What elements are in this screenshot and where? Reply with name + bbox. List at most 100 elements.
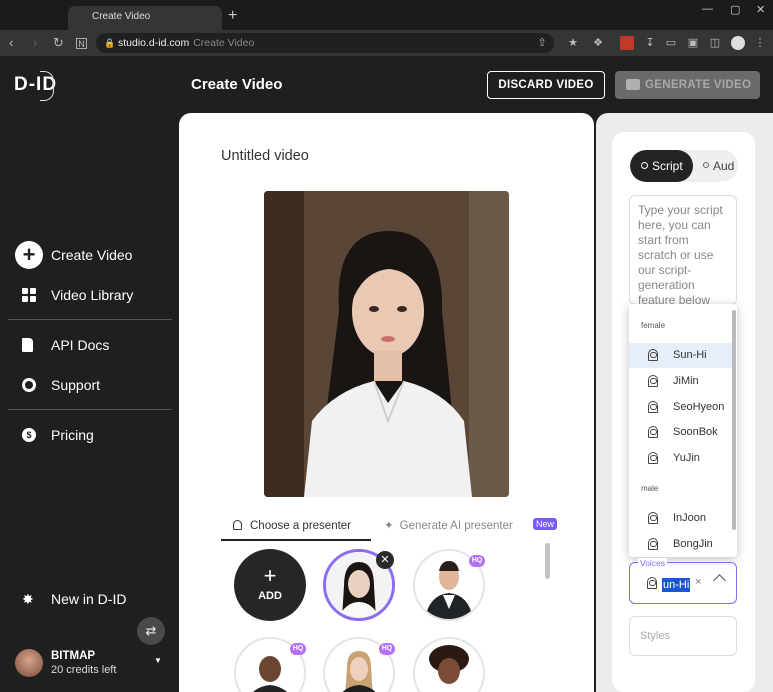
hq-badge: HQ bbox=[290, 643, 306, 655]
voice-option-label: InJoon bbox=[673, 512, 707, 524]
sidebar-divider bbox=[8, 409, 172, 410]
voices-input[interactable]: un-Hi bbox=[662, 578, 691, 592]
voice-icon bbox=[648, 375, 658, 387]
sidebar-divider bbox=[8, 319, 172, 320]
sidebar-item-label: Video Library bbox=[51, 287, 134, 303]
sidebar-item-support[interactable]: Support bbox=[22, 373, 100, 397]
voice-icon bbox=[648, 426, 658, 438]
chevron-down-icon[interactable]: ▼ bbox=[154, 656, 162, 665]
voice-option-label: SeoHyeon bbox=[673, 401, 725, 413]
voice-option-soonbok[interactable]: SoonBok bbox=[629, 420, 733, 445]
voice-icon bbox=[648, 538, 658, 550]
voice-option-injoon[interactable]: InJoon bbox=[629, 506, 733, 531]
tab-audio[interactable]: Aud bbox=[703, 150, 734, 182]
voices-label: Voices bbox=[638, 558, 668, 568]
flag-icon[interactable] bbox=[620, 36, 634, 50]
voice-group-label: female bbox=[641, 321, 666, 330]
extensions-icon[interactable]: ❖ bbox=[591, 36, 605, 50]
voice-option-seohyeon[interactable]: SeoHyeon bbox=[629, 395, 733, 420]
video-icon bbox=[626, 79, 640, 90]
voice-dropdown: female Sun-Hi JiMin SeoHyeon SoonBok YuJ… bbox=[629, 304, 737, 557]
bookmark-icon[interactable]: ★ bbox=[566, 36, 580, 50]
tab-underline bbox=[221, 539, 371, 541]
reload-icon[interactable]: ↻ bbox=[53, 35, 64, 51]
generate-video-button[interactable]: GENERATE VIDEO bbox=[615, 71, 760, 99]
url-page: Create Video bbox=[193, 37, 255, 49]
script-audio-toggle: Script Aud bbox=[630, 150, 738, 182]
discard-video-button[interactable]: DISCARD VIDEO bbox=[487, 71, 605, 99]
add-presenter-button[interactable]: + ADD bbox=[234, 549, 306, 621]
voice-option-jimin[interactable]: JiMin bbox=[629, 369, 733, 394]
presenter-portrait-image bbox=[264, 191, 509, 497]
browser-tab[interactable]: Create Video bbox=[68, 6, 222, 30]
notion-icon[interactable]: N bbox=[76, 38, 87, 49]
voice-icon bbox=[648, 452, 658, 464]
tab-choose-presenter[interactable]: Choose a presenter bbox=[233, 519, 351, 533]
avatar[interactable] bbox=[15, 649, 43, 677]
sidebar-item-api-docs[interactable]: API Docs bbox=[22, 333, 109, 357]
tab-label: Aud bbox=[713, 159, 735, 173]
new-badge: New bbox=[533, 518, 558, 530]
share-icon[interactable]: ⇧ bbox=[535, 36, 549, 50]
sidebar-item-label: Support bbox=[51, 377, 101, 393]
tab-label: Script bbox=[652, 159, 683, 173]
voice-dropdown-scrollbar[interactable] bbox=[732, 310, 736, 530]
tab-title: Create Video bbox=[92, 11, 151, 22]
browser-tabstrip: Create Video + — ▢ ✕ bbox=[0, 0, 773, 30]
video-title[interactable]: Untitled video bbox=[221, 148, 309, 164]
download-icon[interactable]: ↧ bbox=[643, 36, 657, 50]
voice-option-bongjin[interactable]: BongJin bbox=[629, 532, 733, 557]
address-bar[interactable]: 🔒 studio.d-id.com Create Video bbox=[96, 33, 554, 53]
sidebar-item-create-video[interactable]: Create Video bbox=[22, 243, 132, 267]
clear-voice-icon[interactable]: × bbox=[695, 576, 701, 588]
browser-toolbar: ‹ › ↻ N 🔒 studio.d-id.com Create Video ⇧ … bbox=[0, 30, 773, 56]
sidebar-item-label: Create Video bbox=[51, 247, 133, 263]
app: D-ID Create Video DISCARD VIDEO GENERATE… bbox=[0, 56, 773, 692]
sidebar-item-pricing[interactable]: $ Pricing bbox=[22, 423, 94, 447]
page-title: Create Video bbox=[191, 76, 283, 93]
back-icon[interactable]: ‹ bbox=[9, 35, 13, 51]
voice-option-label: Sun-Hi bbox=[673, 349, 707, 361]
sidebar-item-label: New in D-ID bbox=[51, 591, 127, 607]
voice-option-yujin[interactable]: YuJin bbox=[629, 446, 733, 471]
url-domain: studio.d-id.com bbox=[118, 37, 190, 49]
new-tab-button[interactable]: + bbox=[228, 7, 237, 25]
presenter-preview bbox=[264, 191, 509, 497]
sparkle-icon: ✦ bbox=[384, 520, 394, 532]
lifebuoy-icon bbox=[22, 378, 36, 392]
credits-left: 20 credits left bbox=[51, 664, 117, 676]
voice-option-sun-hi[interactable]: Sun-Hi bbox=[629, 343, 733, 368]
sidebar-item-label: API Docs bbox=[51, 337, 110, 353]
presenter-thumbnail bbox=[415, 639, 483, 692]
sidepanel-icon[interactable]: ◫ bbox=[708, 36, 722, 50]
user-name: BITMAP bbox=[51, 650, 96, 662]
document-icon bbox=[22, 338, 33, 352]
voice-option-label: BongJin bbox=[673, 538, 713, 550]
presenter-list-scrollbar[interactable] bbox=[545, 543, 550, 579]
add-label: ADD bbox=[258, 590, 282, 602]
plus-icon: + bbox=[263, 563, 277, 588]
forward-icon[interactable]: › bbox=[33, 35, 37, 51]
tab-script[interactable]: Script bbox=[630, 150, 693, 182]
screenshot-icon[interactable]: ▣ bbox=[686, 36, 700, 50]
minimize-icon[interactable]: — bbox=[702, 3, 713, 15]
remove-presenter-icon[interactable]: ✕ bbox=[376, 551, 394, 569]
profile-icon[interactable] bbox=[731, 36, 745, 50]
user-icon bbox=[233, 520, 242, 530]
script-input[interactable]: Type your script here, you can start fro… bbox=[629, 195, 737, 305]
presenter-option[interactable] bbox=[413, 637, 485, 692]
voice-option-label: YuJin bbox=[673, 452, 700, 464]
sidebar-item-video-library[interactable]: Video Library bbox=[22, 283, 133, 307]
close-window-icon[interactable]: ✕ bbox=[756, 3, 765, 16]
styles-select[interactable]: Styles bbox=[629, 616, 737, 656]
party-popper-icon: ✸ bbox=[22, 591, 34, 607]
menu-icon[interactable]: ⋮ bbox=[753, 36, 767, 50]
maximize-icon[interactable]: ▢ bbox=[730, 3, 740, 16]
voice-option-label: SoonBok bbox=[673, 426, 718, 438]
switch-account-button[interactable]: ⇄ bbox=[137, 617, 165, 645]
presenter-tabs: Choose a presenter ✦ Generate AI presente… bbox=[221, 515, 558, 541]
hq-badge: HQ bbox=[379, 643, 395, 655]
sidebar-item-new-in-did[interactable]: ✸ New in D-ID bbox=[22, 587, 126, 611]
cast-icon[interactable]: ▭ bbox=[664, 36, 678, 50]
tab-generate-ai-presenter[interactable]: ✦ Generate AI presenter bbox=[384, 519, 513, 533]
